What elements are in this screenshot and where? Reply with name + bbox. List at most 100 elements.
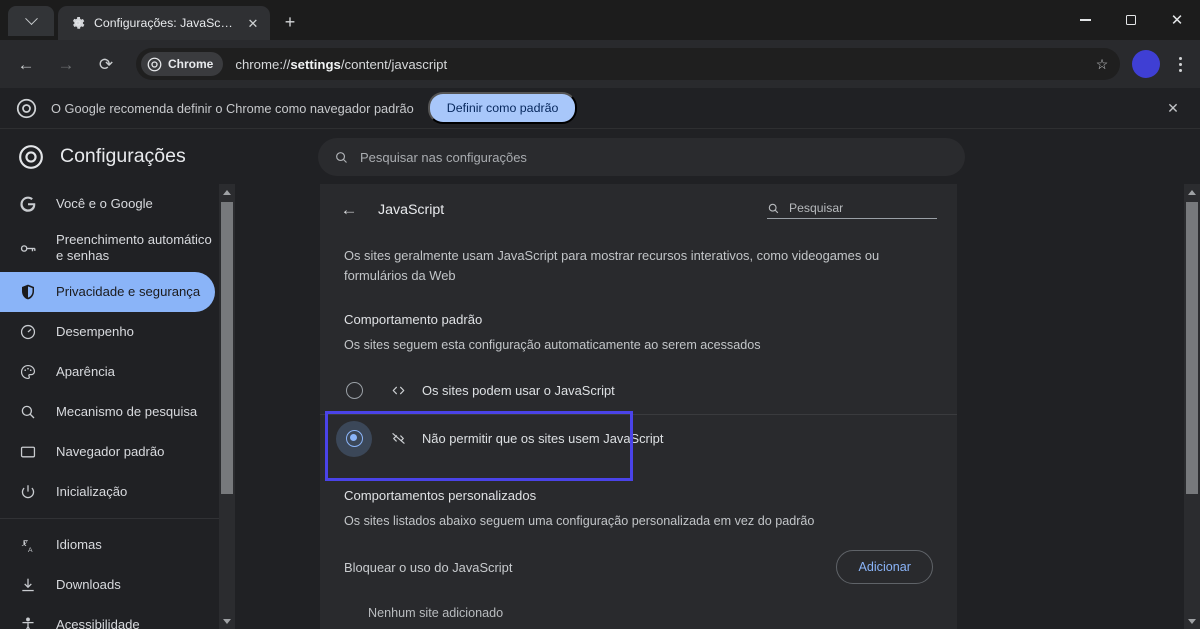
chrome-logo-icon [16, 98, 37, 119]
palette-icon [18, 362, 38, 382]
sidebar-scrollbar[interactable] [219, 184, 235, 629]
sidebar-item-label: Você e o Google [56, 196, 153, 212]
sidebar-item-search-engine[interactable]: Mecanismo de pesquisa [0, 392, 215, 432]
code-off-icon [388, 429, 408, 449]
svg-text:A: A [28, 547, 33, 554]
chrome-logo-icon [147, 57, 162, 72]
maximize-icon [1126, 15, 1136, 25]
sidebar-item-appearance[interactable]: Aparência [0, 352, 215, 392]
chevron-down-icon [25, 12, 38, 25]
scroll-up-icon[interactable] [219, 184, 235, 200]
maximize-button[interactable] [1108, 0, 1154, 40]
radio-option-block-javascript[interactable]: Não permitir que os sites usem JavaScrip… [320, 414, 957, 462]
radio-option-allow-javascript[interactable]: Os sites podem usar o JavaScript [320, 366, 957, 414]
search-icon [334, 150, 349, 165]
search-icon [18, 402, 38, 422]
sidebar-item-downloads[interactable]: Downloads [0, 565, 215, 605]
sidebar-item-autofill-passwords[interactable]: Preenchimento automático e senhas [0, 224, 215, 272]
radio-button-block[interactable] [336, 421, 372, 457]
power-icon [18, 482, 38, 502]
url-prefix: chrome:// [235, 57, 290, 72]
close-icon[interactable]: ✕ [1160, 95, 1186, 121]
close-icon[interactable]: ✕ [244, 14, 262, 32]
scroll-up-icon[interactable] [1184, 184, 1200, 200]
google-g-icon [18, 194, 38, 214]
sidebar-item-privacy-security[interactable]: Privacidade e segurança [0, 272, 215, 312]
default-browser-infobar: O Google recomenda definir o Chrome como… [0, 88, 1200, 129]
close-icon: ✕ [1171, 13, 1184, 28]
search-input[interactable]: Pesquisar nas configurações [360, 150, 527, 165]
sidebar-item-performance[interactable]: Desempenho [0, 312, 215, 352]
back-button[interactable]: ← [334, 195, 364, 225]
url-text[interactable]: chrome://settings/content/javascript [223, 57, 1088, 72]
browser-tab[interactable]: Configurações: JavaScript ✕ [58, 6, 270, 40]
infobar-message: O Google recomenda definir o Chrome como… [51, 101, 414, 116]
page-title: Configurações [60, 145, 186, 168]
sidebar-item-label: Navegador padrão [56, 444, 164, 460]
window-controls: ✕ [1062, 0, 1200, 40]
tab-search-button[interactable] [8, 6, 54, 36]
chrome-logo-icon [18, 144, 44, 170]
browser-toolbar: ← → ⟳ Chrome chrome://settings/content/j… [0, 40, 1200, 88]
sidebar-divider [0, 518, 219, 519]
sidebar-item-accessibility[interactable]: Acessibilidade [0, 605, 215, 629]
accessibility-icon [18, 615, 38, 629]
url-domain: settings [290, 57, 341, 72]
sidebar-item-startup[interactable]: Inicialização [0, 472, 215, 512]
sidebar-item-languages[interactable]: A Idiomas [0, 525, 215, 565]
search-icon [767, 202, 780, 215]
translate-icon: A [18, 535, 38, 555]
default-behavior-heading: Comportamento padrão [320, 286, 957, 327]
profile-avatar[interactable] [1132, 50, 1160, 78]
settings-content: ← JavaScript Pesquisar Os sites geralmen… [235, 184, 1184, 629]
shield-icon [18, 282, 38, 302]
block-list-label: Bloquear o uso do JavaScript [344, 560, 512, 575]
download-icon [18, 575, 38, 595]
bookmark-star-icon[interactable]: ☆ [1088, 50, 1116, 78]
radio-checked-icon [346, 430, 363, 447]
sidebar-item-label: Preenchimento automático e senhas [56, 232, 215, 265]
sidebar-item-default-browser[interactable]: Navegador padrão [0, 432, 215, 472]
block-javascript-row: Bloquear o uso do JavaScript Adicionar [320, 528, 957, 584]
sidebar-item-label: Aparência [56, 364, 115, 380]
scrollbar-thumb[interactable] [1186, 202, 1198, 494]
settings-sidebar: Você e o Google Preenchimento automático… [0, 184, 219, 629]
minimize-button[interactable] [1062, 0, 1108, 40]
add-site-button[interactable]: Adicionar [836, 550, 933, 584]
scroll-down-icon[interactable] [219, 613, 235, 629]
radio-option-label: Os sites podem usar o JavaScript [422, 383, 615, 398]
url-path: /content/javascript [341, 57, 447, 72]
sidebar-item-label: Acessibilidade [56, 617, 140, 629]
radio-button-allow[interactable] [336, 372, 372, 408]
reload-button[interactable]: ⟳ [89, 47, 123, 81]
sidebar-item-label: Desempenho [56, 324, 134, 340]
sidebar-item-label: Downloads [56, 577, 121, 593]
chrome-chip-label: Chrome [168, 57, 213, 71]
back-button[interactable]: ← [9, 47, 43, 81]
radio-unchecked-icon [346, 382, 363, 399]
kebab-menu-icon[interactable] [1166, 50, 1194, 78]
sidebar-item-label: Privacidade e segurança [56, 284, 200, 300]
empty-site-list-note: Nenhum site adicionado [320, 584, 957, 620]
settings-gear-icon [70, 15, 86, 31]
default-behavior-subtext: Os sites seguem esta configuração automa… [320, 327, 957, 352]
set-as-default-button[interactable]: Definir como padrão [428, 92, 578, 124]
new-tab-button[interactable]: + [276, 8, 304, 36]
search-input[interactable]: Pesquisar [789, 201, 843, 215]
javascript-description: Os sites geralmente usam JavaScript para… [320, 236, 957, 286]
scrollbar-thumb[interactable] [221, 202, 233, 494]
forward-button[interactable]: → [49, 47, 83, 81]
card-header: ← JavaScript Pesquisar [320, 184, 957, 236]
sidebar-item-label: Inicialização [56, 484, 127, 500]
sidebar-item-you-and-google[interactable]: Você e o Google [0, 184, 215, 224]
chrome-origin-chip[interactable]: Chrome [141, 52, 223, 76]
section-title: JavaScript [378, 202, 444, 218]
address-bar[interactable]: Chrome chrome://settings/content/javascr… [136, 48, 1120, 80]
settings-search-box[interactable]: Pesquisar nas configurações [318, 138, 965, 176]
radio-option-label: Não permitir que os sites usem JavaScrip… [422, 431, 663, 446]
content-scrollbar[interactable] [1184, 184, 1200, 629]
close-window-button[interactable]: ✕ [1154, 0, 1200, 40]
section-search-box[interactable]: Pesquisar [767, 201, 937, 219]
browser-window-icon [18, 442, 38, 462]
scroll-down-icon[interactable] [1184, 613, 1200, 629]
